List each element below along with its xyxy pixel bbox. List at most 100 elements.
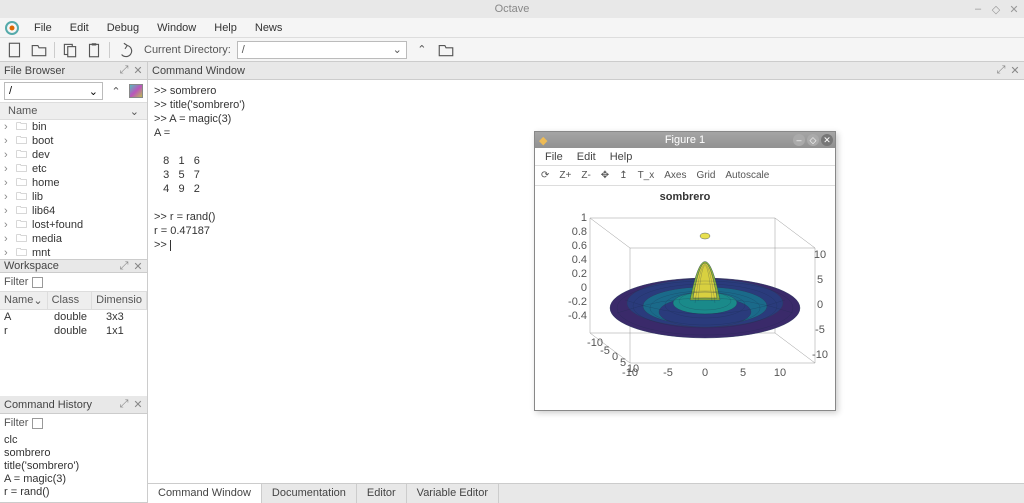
undock-icon[interactable]: ⤢: [119, 66, 129, 76]
figure-minimize-icon[interactable]: –: [793, 134, 805, 146]
svg-text:-5: -5: [600, 345, 610, 357]
axes-button[interactable]: Axes: [664, 170, 686, 181]
file-browser-item-label: dev: [32, 149, 50, 161]
folder-icon: 🗀: [16, 258, 28, 260]
history-item[interactable]: A = magic(3): [4, 473, 143, 486]
file-browser-item-label: lost+found: [32, 219, 83, 231]
figure-menu-help[interactable]: Help: [604, 150, 639, 164]
file-browser-title: File Browser: [4, 65, 65, 77]
figure-menu-edit[interactable]: Edit: [571, 150, 602, 164]
open-file-icon[interactable]: [30, 41, 48, 59]
figure-canvas[interactable]: sombrero 10.80.60.4 0.20-0.2-0.4 -10-505…: [535, 186, 835, 410]
file-browser-header-name: Name: [8, 105, 37, 117]
history-item[interactable]: title('sombrero'): [4, 460, 143, 473]
file-browser-path: /: [9, 85, 12, 97]
chevron-right-icon: ›: [4, 219, 12, 231]
chevron-down-icon: ⌄: [89, 85, 98, 98]
panel-header: File Browser ⤢ ✕: [0, 62, 147, 80]
workspace-filter-checkbox[interactable]: [32, 277, 43, 288]
panel-header: Command Window ⤢ ✕: [148, 62, 1024, 80]
history-item[interactable]: r = rand(): [4, 486, 143, 499]
autoscale-button[interactable]: Autoscale: [725, 170, 769, 181]
app-titlebar: Octave – ◇ ✕: [0, 0, 1024, 18]
undock-icon[interactable]: ⤢: [119, 261, 129, 271]
command-history-list[interactable]: clcsombrerotitle('sombrero')A = magic(3)…: [0, 432, 147, 502]
workspace-row[interactable]: rdouble1x1: [0, 324, 147, 338]
menu-window[interactable]: Window: [149, 20, 204, 36]
current-dir-combo[interactable]: / ⌄: [237, 41, 407, 59]
menu-file[interactable]: File: [26, 20, 60, 36]
menu-edit[interactable]: Edit: [62, 20, 97, 36]
history-item[interactable]: clc: [4, 434, 143, 447]
menubar: File Edit Debug Window Help News: [0, 18, 1024, 38]
chevron-right-icon: ›: [4, 163, 12, 175]
history-item[interactable]: sombrero: [4, 447, 143, 460]
pan-icon[interactable]: ✥: [601, 170, 609, 181]
figure-titlebar[interactable]: ◆ Figure 1 – ◇ ✕: [535, 132, 835, 148]
undock-icon[interactable]: ⤢: [996, 66, 1006, 76]
menu-debug[interactable]: Debug: [99, 20, 147, 36]
tab-editor[interactable]: Editor: [357, 484, 407, 503]
tab-documentation[interactable]: Documentation: [262, 484, 357, 503]
chevron-right-icon: ›: [4, 177, 12, 189]
menu-news[interactable]: News: [247, 20, 291, 36]
paste-icon[interactable]: [85, 41, 103, 59]
text-annotation-icon[interactable]: T_x: [638, 170, 655, 181]
svg-text:0.2: 0.2: [572, 268, 587, 280]
minimize-icon[interactable]: –: [972, 3, 984, 15]
svg-text:10: 10: [627, 363, 639, 375]
separator: [54, 42, 55, 58]
tab-command-window[interactable]: Command Window: [148, 484, 262, 503]
rotate-icon[interactable]: ⟳: [541, 170, 549, 181]
chevron-right-icon: ›: [4, 135, 12, 147]
svg-text:5: 5: [817, 274, 823, 286]
zoom-out-button[interactable]: Z-: [581, 170, 590, 181]
workspace-row[interactable]: Adouble3x3: [0, 310, 147, 324]
close-panel-icon[interactable]: ✕: [133, 261, 143, 271]
command-history-panel: Command History ⤢ ✕ Filter clcsombreroti…: [0, 396, 147, 503]
undo-icon[interactable]: [116, 41, 134, 59]
current-dir-label: Current Directory:: [144, 44, 231, 56]
figure-window[interactable]: ◆ Figure 1 – ◇ ✕ File Edit Help ⟳ Z+ Z- …: [534, 131, 836, 411]
file-browser-header[interactable]: Name ⌄: [0, 102, 147, 120]
figure-menu-file[interactable]: File: [539, 150, 569, 164]
close-panel-icon[interactable]: ✕: [133, 66, 143, 76]
svg-text:-0.4: -0.4: [568, 310, 587, 322]
menu-help[interactable]: Help: [206, 20, 245, 36]
undock-icon[interactable]: ⤢: [119, 400, 129, 410]
workspace-table-header[interactable]: Name⌄ Class Dimensio: [0, 291, 147, 310]
svg-text:-5: -5: [815, 324, 825, 336]
figure-maximize-icon[interactable]: ◇: [807, 134, 819, 146]
file-browser-path-combo[interactable]: / ⌄: [4, 82, 103, 100]
svg-text:0: 0: [702, 367, 708, 379]
maximize-icon[interactable]: ◇: [990, 3, 1002, 15]
svg-text:-5: -5: [663, 367, 673, 379]
plot-title: sombrero: [660, 191, 711, 203]
new-file-icon[interactable]: [6, 41, 24, 59]
close-icon[interactable]: ✕: [1008, 3, 1020, 15]
close-panel-icon[interactable]: ✕: [133, 400, 143, 410]
left-column: File Browser ⤢ ✕ / ⌄ ⌃ Name ⌄: [0, 62, 148, 503]
chevron-down-icon: ⌄: [33, 294, 42, 307]
zoom-in-button[interactable]: Z+: [559, 170, 571, 181]
close-panel-icon[interactable]: ✕: [1010, 66, 1020, 76]
copy-icon[interactable]: [61, 41, 79, 59]
chevron-right-icon: ›: [4, 191, 12, 203]
figure-app-icon: ◆: [539, 134, 547, 147]
history-filter-checkbox[interactable]: [32, 418, 43, 429]
bottom-tabbar: Command Window Documentation Editor Vari…: [148, 483, 1024, 503]
up-dir-icon[interactable]: ⌃: [413, 41, 431, 59]
chevron-right-icon: ›: [4, 121, 12, 133]
browse-dir-icon[interactable]: [437, 41, 455, 59]
figure-close-icon[interactable]: ✕: [821, 134, 833, 146]
file-browser-item-label: lib64: [32, 205, 55, 217]
figure-menubar: File Edit Help: [535, 148, 835, 166]
tab-variable-editor[interactable]: Variable Editor: [407, 484, 499, 503]
text-cursor: [170, 240, 171, 251]
main-area: File Browser ⤢ ✕ / ⌄ ⌃ Name ⌄: [0, 62, 1024, 503]
file-browser-list[interactable]: ›🗀bin›🗀boot›🗀dev›🗀etc›🗀home›🗀lib›🗀lib64›…: [0, 120, 147, 259]
grid-button[interactable]: Grid: [696, 170, 715, 181]
insert-text-icon[interactable]: ↥: [619, 170, 627, 181]
up-dir-icon[interactable]: ⌃: [107, 82, 125, 100]
sync-dir-icon[interactable]: [129, 84, 143, 98]
